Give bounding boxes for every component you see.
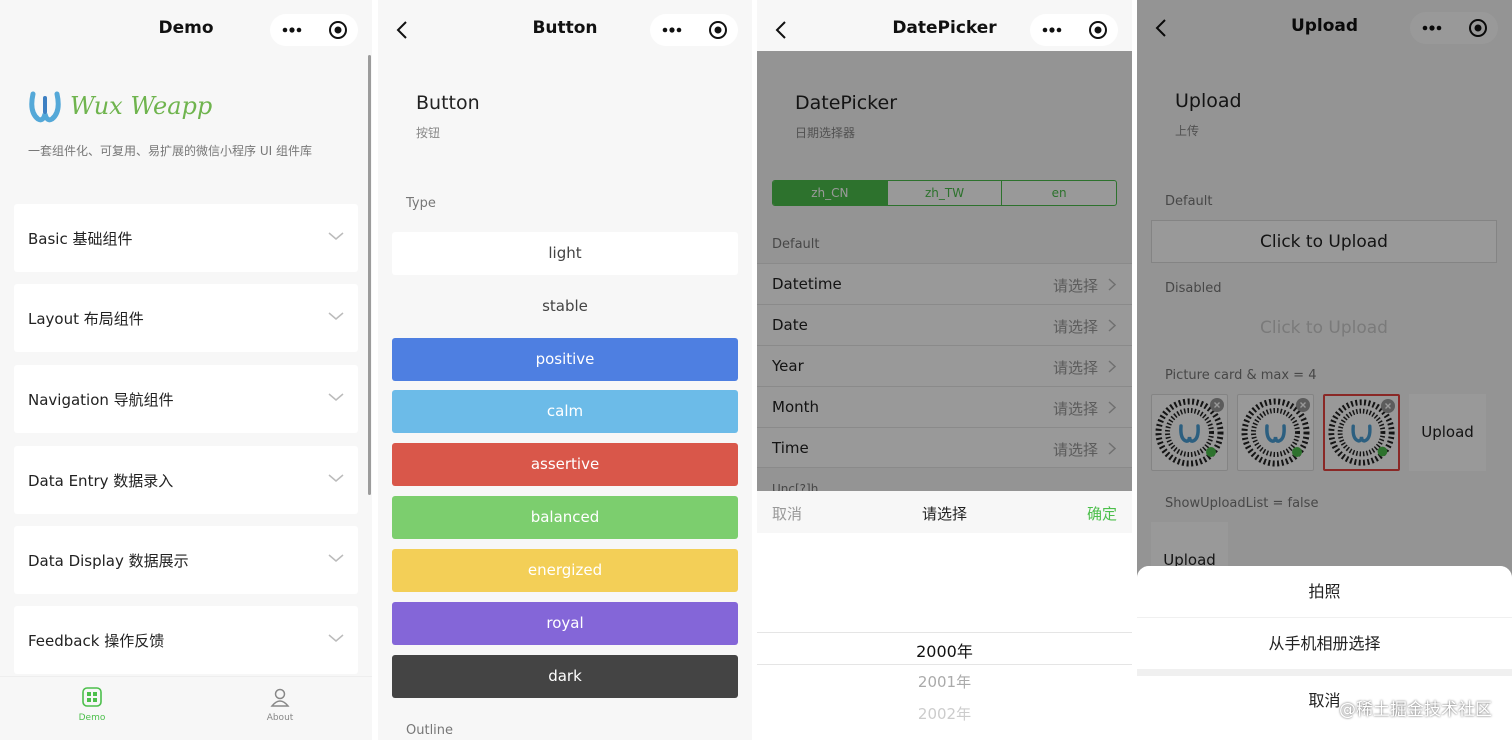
action-choose-album[interactable]: 从手机相册选择 <box>1137 618 1512 669</box>
button-light[interactable]: light <box>392 232 738 275</box>
page-subtitle: 按钮 <box>416 126 441 140</box>
demo-screen: Demo Wux Weapp 一套组件化、可复用、易扩展的微信小程序 UI 组件… <box>0 0 372 740</box>
capsule-menu[interactable] <box>1030 14 1118 46</box>
button-energized[interactable]: energized <box>392 549 738 592</box>
more-dots-icon[interactable] <box>1042 21 1062 39</box>
tab-demo[interactable]: Demo <box>52 687 132 723</box>
button-assertive[interactable]: assertive <box>392 443 738 486</box>
button-calm[interactable]: calm <box>392 390 738 433</box>
navigation-bar: Button <box>378 0 752 58</box>
section-outline-label: Outline <box>406 723 454 738</box>
tab-label: Demo <box>78 713 106 723</box>
close-target-icon[interactable] <box>708 20 728 40</box>
more-dots-icon[interactable] <box>282 21 302 39</box>
category-feedback[interactable]: Feedback 操作反馈 <box>14 606 358 674</box>
capsule-menu[interactable] <box>270 14 358 46</box>
picker-indicator-bottom <box>757 664 1132 665</box>
chevron-down-icon <box>328 634 344 642</box>
user-icon <box>270 688 290 707</box>
category-data-entry[interactable]: Data Entry 数据录入 <box>14 446 358 514</box>
date-picker-popup: 取消 请选择 确定 2000年 2001年 2002年 <box>757 491 1132 740</box>
chevron-down-icon <box>328 554 344 562</box>
datepicker-screen: DatePicker DatePicker 日期选择器 zh_CN zh_TW … <box>757 0 1132 740</box>
category-label: Feedback 操作反馈 <box>28 632 165 650</box>
chevron-down-icon <box>328 232 344 240</box>
category-navigation[interactable]: Navigation 导航组件 <box>14 365 358 433</box>
tab-about[interactable]: About <box>240 687 320 723</box>
more-dots-icon[interactable] <box>662 21 682 39</box>
picker-option-selected[interactable]: 2000年 <box>757 638 1132 662</box>
capsule-menu[interactable] <box>650 14 738 46</box>
button-positive[interactable]: positive <box>392 338 738 381</box>
category-label: Layout 布局组件 <box>28 310 144 328</box>
tab-label: About <box>266 713 294 723</box>
close-target-icon[interactable] <box>1088 20 1108 40</box>
tab-bar: Demo About <box>0 676 372 740</box>
category-basic[interactable]: Basic 基础组件 <box>14 204 358 272</box>
chevron-down-icon <box>328 393 344 401</box>
close-target-icon[interactable] <box>328 20 348 40</box>
chevron-down-icon <box>328 312 344 320</box>
picker-title: 请选择 <box>921 505 967 523</box>
watermark: @稀土掘金技术社区 <box>1339 700 1492 720</box>
category-label: Basic 基础组件 <box>28 230 133 248</box>
category-label: Data Entry 数据录入 <box>28 472 174 490</box>
button-balanced[interactable]: balanced <box>392 496 738 539</box>
scrollbar[interactable] <box>368 55 371 495</box>
category-label: Navigation 导航组件 <box>28 391 174 409</box>
page-title: Button <box>416 92 480 114</box>
picker-indicator-top <box>757 632 1132 633</box>
button-stable[interactable]: stable <box>392 285 738 328</box>
category-label: Data Display 数据展示 <box>28 552 189 570</box>
upload-screen: Upload Upload 上传 Default Click to Upload… <box>1137 0 1512 740</box>
chevron-down-icon <box>328 474 344 482</box>
action-take-photo[interactable]: 拍照 <box>1137 566 1512 617</box>
wux-logo-icon <box>29 91 61 123</box>
brand-name: Wux Weapp <box>70 92 213 120</box>
picker-toolbar: 取消 请选择 确定 <box>757 491 1132 533</box>
picker-option[interactable]: 2001年 <box>757 671 1132 692</box>
category-data-display[interactable]: Data Display 数据展示 <box>14 526 358 594</box>
tagline: 一套组件化、可复用、易扩展的微信小程序 UI 组件库 <box>28 144 312 158</box>
grid-icon <box>82 687 102 707</box>
button-royal[interactable]: royal <box>392 602 738 645</box>
picker-option[interactable]: 2002年 <box>757 703 1132 724</box>
section-type-label: Type <box>406 196 436 211</box>
button-screen: Button Button 按钮 Type light stable posit… <box>378 0 752 740</box>
picker-confirm-button[interactable]: 确定 <box>1087 503 1117 524</box>
navigation-bar: Demo <box>0 0 372 58</box>
brand: Wux Weapp <box>28 88 212 124</box>
category-layout[interactable]: Layout 布局组件 <box>14 284 358 352</box>
button-dark[interactable]: dark <box>392 655 738 698</box>
navigation-bar: DatePicker <box>757 0 1132 58</box>
